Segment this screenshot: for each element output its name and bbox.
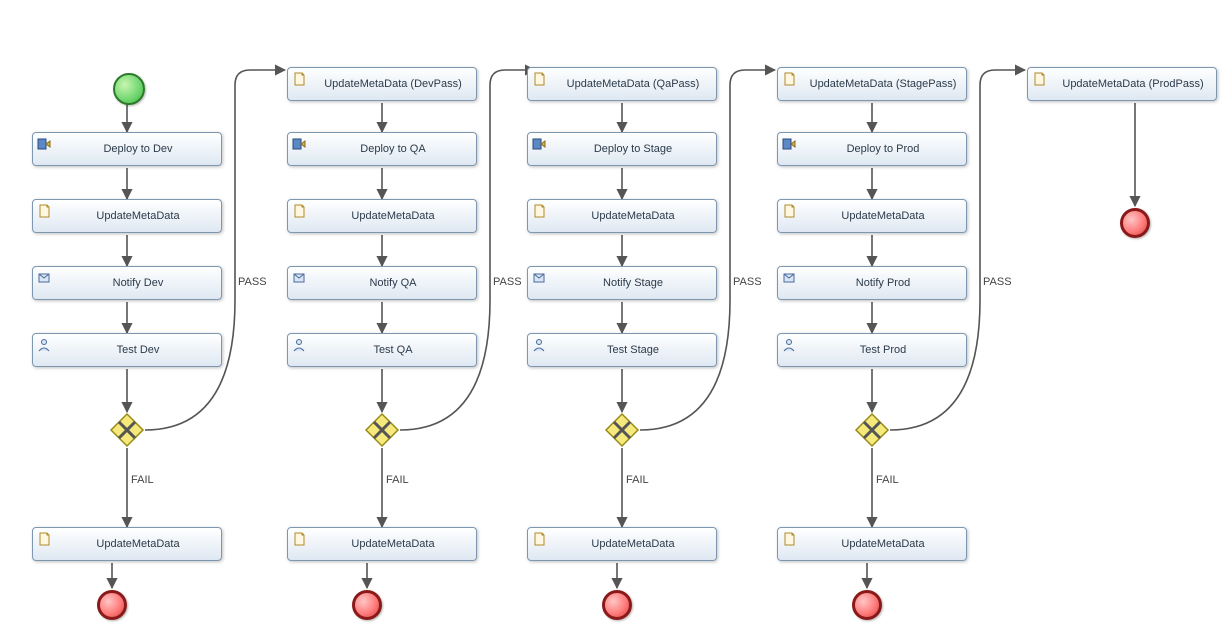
edge-label-fail: FAIL bbox=[626, 474, 649, 486]
script-icon bbox=[292, 532, 306, 546]
gateway-stage[interactable] bbox=[604, 412, 640, 448]
task-label: Notify Prod bbox=[856, 277, 910, 289]
gateway-prod[interactable] bbox=[854, 412, 890, 448]
notify-icon bbox=[782, 271, 796, 285]
task-label: Notify Dev bbox=[113, 277, 164, 289]
script-icon bbox=[532, 532, 546, 546]
task-label: Test Stage bbox=[607, 344, 659, 356]
edge-label-fail: FAIL bbox=[876, 474, 899, 486]
task-test-qa[interactable]: Test QA bbox=[287, 333, 477, 367]
notify-icon bbox=[37, 271, 51, 285]
deploy-icon bbox=[532, 137, 546, 151]
user-icon bbox=[37, 338, 51, 352]
script-icon bbox=[782, 204, 796, 218]
script-icon bbox=[292, 72, 306, 86]
task-deploy-prod[interactable]: Deploy to Prod bbox=[777, 132, 967, 166]
deploy-icon bbox=[37, 137, 51, 151]
edge-label-fail: FAIL bbox=[386, 474, 409, 486]
start-event[interactable] bbox=[113, 73, 145, 105]
gateway-dev[interactable] bbox=[109, 412, 145, 448]
task-updatemeta-dev-fail[interactable]: UpdateMetaData bbox=[32, 527, 222, 561]
edge-label-pass: PASS bbox=[493, 276, 522, 288]
task-label: UpdateMetaData bbox=[841, 538, 924, 550]
task-label: UpdateMetaData bbox=[96, 210, 179, 222]
task-label: UpdateMetaData (DevPass) bbox=[324, 78, 462, 90]
task-updatemeta-qa[interactable]: UpdateMetaData bbox=[287, 199, 477, 233]
edge-label-fail: FAIL bbox=[131, 474, 154, 486]
task-label: Deploy to Dev bbox=[103, 143, 172, 155]
script-icon bbox=[532, 204, 546, 218]
task-test-stage[interactable]: Test Stage bbox=[527, 333, 717, 367]
task-label: UpdateMetaData bbox=[591, 538, 674, 550]
task-label: Notify Stage bbox=[603, 277, 663, 289]
script-icon bbox=[782, 72, 796, 86]
task-label: Deploy to Prod bbox=[847, 143, 920, 155]
script-icon bbox=[37, 204, 51, 218]
task-label: UpdateMetaData (StagePass) bbox=[810, 78, 957, 90]
task-updatemeta-stage-fail[interactable]: UpdateMetaData bbox=[527, 527, 717, 561]
task-deploy-stage[interactable]: Deploy to Stage bbox=[527, 132, 717, 166]
task-notify-dev[interactable]: Notify Dev bbox=[32, 266, 222, 300]
task-updatemeta-stage[interactable]: UpdateMetaData bbox=[527, 199, 717, 233]
edge-label-pass: PASS bbox=[733, 276, 762, 288]
task-label: UpdateMetaData bbox=[351, 538, 434, 550]
task-updatemeta-prod-fail[interactable]: UpdateMetaData bbox=[777, 527, 967, 561]
script-icon bbox=[532, 72, 546, 86]
end-event-dev-fail[interactable] bbox=[97, 590, 127, 620]
deploy-icon bbox=[292, 137, 306, 151]
task-label: UpdateMetaData bbox=[96, 538, 179, 550]
task-label: Deploy to QA bbox=[360, 143, 425, 155]
end-event-qa-fail[interactable] bbox=[352, 590, 382, 620]
task-updatemeta-stagepass[interactable]: UpdateMetaData (StagePass) bbox=[777, 67, 967, 101]
end-event-prod-fail[interactable] bbox=[852, 590, 882, 620]
script-icon bbox=[782, 532, 796, 546]
user-icon bbox=[292, 338, 306, 352]
task-test-dev[interactable]: Test Dev bbox=[32, 333, 222, 367]
user-icon bbox=[782, 338, 796, 352]
task-label: Notify QA bbox=[369, 277, 416, 289]
end-event-final[interactable] bbox=[1120, 208, 1150, 238]
script-icon bbox=[292, 204, 306, 218]
task-label: UpdateMetaData (QaPass) bbox=[567, 78, 700, 90]
end-event-stage-fail[interactable] bbox=[602, 590, 632, 620]
edge-label-pass: PASS bbox=[983, 276, 1012, 288]
task-updatemeta-devpass[interactable]: UpdateMetaData (DevPass) bbox=[287, 67, 477, 101]
task-deploy-qa[interactable]: Deploy to QA bbox=[287, 132, 477, 166]
script-icon bbox=[37, 532, 51, 546]
bpmn-canvas: Deploy to Dev UpdateMetaData Notify Dev … bbox=[0, 0, 1231, 631]
task-updatemeta-qapass[interactable]: UpdateMetaData (QaPass) bbox=[527, 67, 717, 101]
task-label: Test Dev bbox=[117, 344, 160, 356]
task-deploy-dev[interactable]: Deploy to Dev bbox=[32, 132, 222, 166]
task-updatemeta-dev[interactable]: UpdateMetaData bbox=[32, 199, 222, 233]
gateway-qa[interactable] bbox=[364, 412, 400, 448]
task-label: UpdateMetaData bbox=[591, 210, 674, 222]
script-icon bbox=[1032, 72, 1046, 86]
task-updatemeta-prod[interactable]: UpdateMetaData bbox=[777, 199, 967, 233]
task-updatemeta-qa-fail[interactable]: UpdateMetaData bbox=[287, 527, 477, 561]
task-label: UpdateMetaData bbox=[841, 210, 924, 222]
task-label: Deploy to Stage bbox=[594, 143, 672, 155]
task-label: Test Prod bbox=[860, 344, 906, 356]
task-label: UpdateMetaData bbox=[351, 210, 434, 222]
task-notify-stage[interactable]: Notify Stage bbox=[527, 266, 717, 300]
deploy-icon bbox=[782, 137, 796, 151]
task-label: Test QA bbox=[373, 344, 412, 356]
task-updatemeta-prodpass[interactable]: UpdateMetaData (ProdPass) bbox=[1027, 67, 1217, 101]
task-test-prod[interactable]: Test Prod bbox=[777, 333, 967, 367]
notify-icon bbox=[292, 271, 306, 285]
task-notify-qa[interactable]: Notify QA bbox=[287, 266, 477, 300]
task-label: UpdateMetaData (ProdPass) bbox=[1062, 78, 1203, 90]
user-icon bbox=[532, 338, 546, 352]
notify-icon bbox=[532, 271, 546, 285]
edge-label-pass: PASS bbox=[238, 276, 267, 288]
task-notify-prod[interactable]: Notify Prod bbox=[777, 266, 967, 300]
